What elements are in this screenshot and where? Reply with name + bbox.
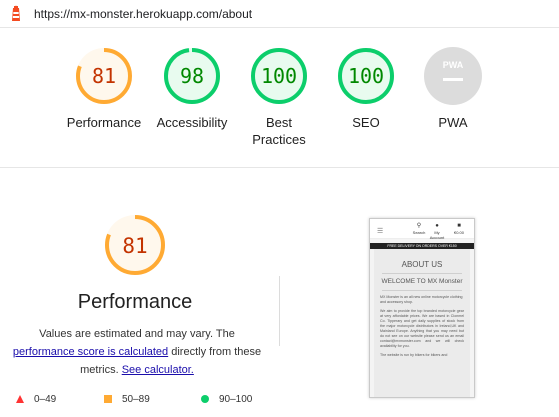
thumb-body: ABOUT US WELCOME TO MX Monster MX Monste… <box>374 249 470 397</box>
gauge-score: 98 <box>180 64 204 88</box>
pwa-badge-text: PWA <box>443 60 464 70</box>
thumb-heading: ABOUT US <box>401 260 443 269</box>
score-gauges: 81 Performance 98 Accessibility 100 Best… <box>0 28 559 168</box>
thumb-welcome: WELCOME TO MX Monster <box>381 278 463 285</box>
score-legend: 0–49 50–89 90–100 <box>0 394 280 408</box>
gauge-label: PWA <box>438 115 468 130</box>
thumb-search: ⚲ Search <box>410 223 428 235</box>
page-screenshot-thumbnail[interactable]: ☰ ⚲ Search ● My Account ■ €0.00 FREE DELIVE… <box>369 218 475 398</box>
thumb-account: ● My Account <box>428 223 446 240</box>
gauge-ring: 98 <box>164 48 220 104</box>
performance-note: Values are estimated and may vary. The p… <box>8 325 266 379</box>
gauge-label: Accessibility <box>156 115 228 130</box>
thumb-divider <box>382 273 462 274</box>
gauge-label: Performance <box>66 115 142 130</box>
gauge-score: 81 <box>92 64 116 88</box>
legend-average: 50–89 <box>104 394 150 405</box>
page-url[interactable]: https://mx-monster.herokuapp.com/about <box>34 7 252 21</box>
lighthouse-icon <box>12 5 20 21</box>
square-icon <box>104 395 112 404</box>
gauge-performance[interactable]: 81 Performance <box>59 46 149 131</box>
see-calculator-link[interactable]: See calculator. <box>122 364 194 376</box>
performance-section: 81 Performance Values are estimated and … <box>0 168 559 417</box>
legend-range: 50–89 <box>122 394 150 405</box>
gauge-ring: 100 <box>338 48 394 104</box>
thumb-paragraph: MX Monster is an all new online motorcyc… <box>380 295 463 304</box>
circle-icon <box>201 395 209 404</box>
browser-bar: https://mx-monster.herokuapp.com/about <box>0 0 559 28</box>
legend-range: 90–100 <box>219 394 253 405</box>
vertical-divider <box>279 276 280 346</box>
performance-gauge-large: 81 <box>103 213 167 282</box>
gauge-ring: 100 <box>251 48 307 104</box>
gauge-score: 100 <box>261 64 297 88</box>
legend-pass: 90–100 <box>201 394 252 405</box>
cart-icon: ■ <box>457 223 461 229</box>
thumb-navbar: ☰ ⚲ Search ● My Account ■ €0.00 <box>370 219 474 240</box>
gauge-best-practices[interactable]: 100 Best Practices <box>234 46 324 148</box>
user-icon: ● <box>435 223 439 229</box>
gauge-pwa[interactable]: PWA PWA <box>408 46 498 131</box>
gauge-seo[interactable]: 100 SEO <box>321 46 411 131</box>
menu-icon: ☰ <box>377 228 384 235</box>
gauge-score: 100 <box>348 64 384 88</box>
thumb-account-label: My Account <box>429 230 445 240</box>
triangle-icon <box>16 395 24 404</box>
gauge-label: SEO <box>352 115 380 130</box>
search-icon: ⚲ <box>416 223 422 229</box>
note-text: Values are estimated and may vary. The <box>39 328 235 340</box>
thumb-cart: ■ €0.00 <box>450 223 468 235</box>
thumb-divider <box>382 290 462 291</box>
gauge-label: Best Practices <box>252 115 306 147</box>
pwa-badge-icon: PWA <box>424 47 482 105</box>
legend-range: 0–49 <box>34 394 57 405</box>
gauge-ring: 81 <box>105 215 165 275</box>
gauge-score: 81 <box>122 234 147 258</box>
legend-fail: 0–49 <box>16 394 56 405</box>
performance-title: Performance <box>77 291 193 313</box>
thumb-search-label: Search <box>412 230 426 235</box>
thumb-paragraph: We aim to provide the top branded motorc… <box>380 309 464 348</box>
score-calculated-link[interactable]: performance score is calculated <box>13 346 168 358</box>
thumb-cart-label: €0.00 <box>453 230 464 235</box>
gauge-accessibility[interactable]: 98 Accessibility <box>147 46 237 131</box>
gauge-ring: 81 <box>76 48 132 104</box>
thumb-paragraph: The website is run by bikers for bikers … <box>380 353 448 357</box>
